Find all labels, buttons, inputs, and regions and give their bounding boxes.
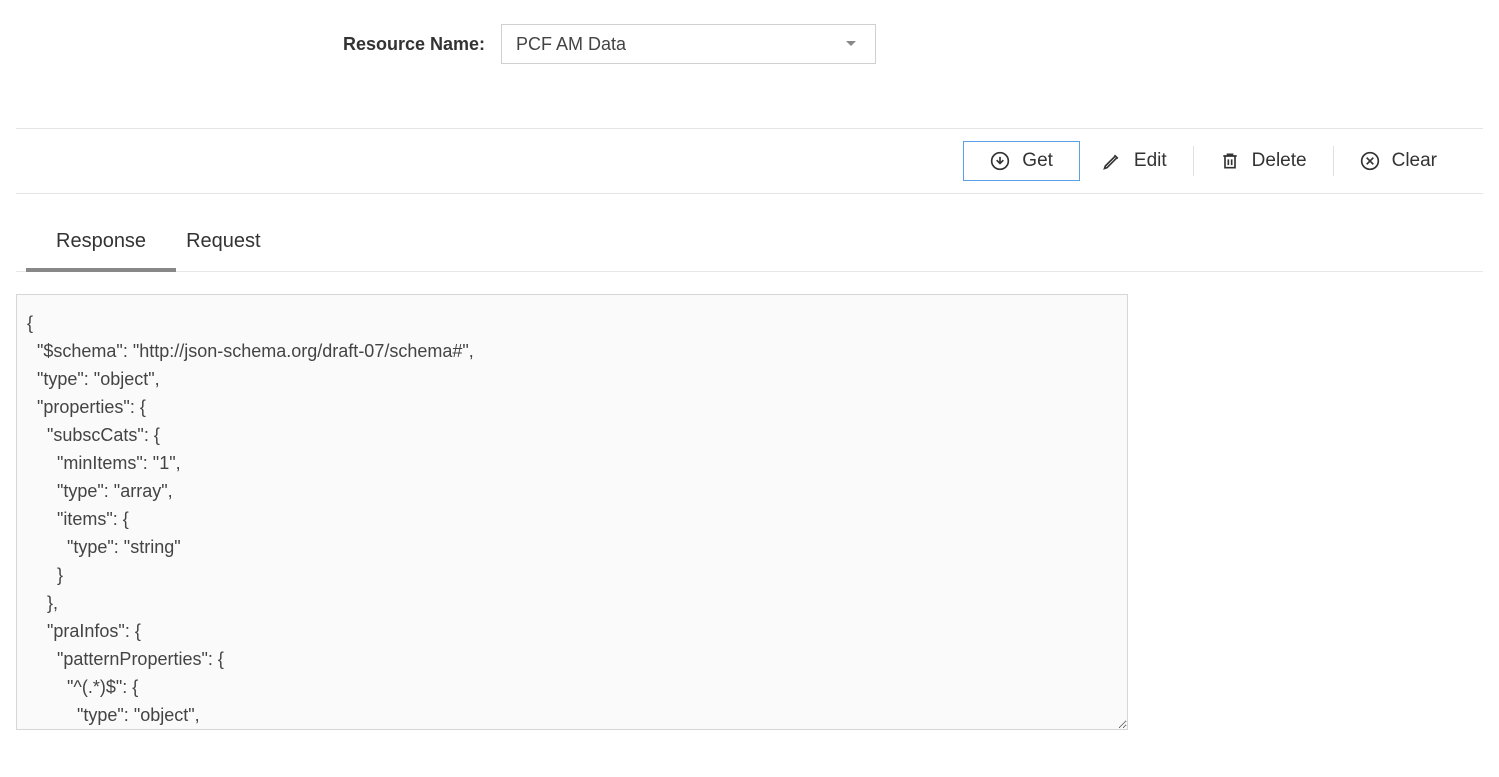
divider — [1193, 146, 1194, 176]
resource-name-select[interactable]: PCF AM Data — [501, 24, 876, 64]
get-label: Get — [1022, 150, 1053, 172]
resource-name-row: Resource Name: PCF AM Data — [0, 0, 1499, 88]
tab-request-label: Request — [186, 230, 261, 252]
clear-label: Clear — [1392, 150, 1437, 172]
edit-button[interactable]: Edit — [1080, 142, 1189, 180]
action-bar: Get Edit Delete Clear — [16, 129, 1483, 194]
response-panel: { "$schema": "http://json-schema.org/dra… — [16, 294, 1483, 730]
close-circle-icon — [1360, 151, 1380, 171]
trash-icon — [1220, 151, 1240, 171]
tab-request[interactable]: Request — [186, 230, 261, 271]
tab-response[interactable]: Response — [56, 230, 146, 271]
download-circle-icon — [990, 151, 1010, 171]
divider — [1333, 146, 1334, 176]
chevron-down-icon — [841, 34, 861, 54]
delete-label: Delete — [1252, 150, 1307, 172]
tabs: Response Request — [16, 194, 1483, 272]
response-body[interactable]: { "$schema": "http://json-schema.org/dra… — [16, 294, 1128, 730]
resource-name-value: PCF AM Data — [516, 34, 626, 55]
get-button[interactable]: Get — [963, 141, 1080, 181]
delete-button[interactable]: Delete — [1198, 142, 1329, 180]
resource-name-label: Resource Name: — [343, 34, 485, 55]
tab-response-label: Response — [56, 230, 146, 252]
edit-label: Edit — [1134, 150, 1167, 172]
clear-button[interactable]: Clear — [1338, 142, 1459, 180]
pencil-icon — [1102, 151, 1122, 171]
